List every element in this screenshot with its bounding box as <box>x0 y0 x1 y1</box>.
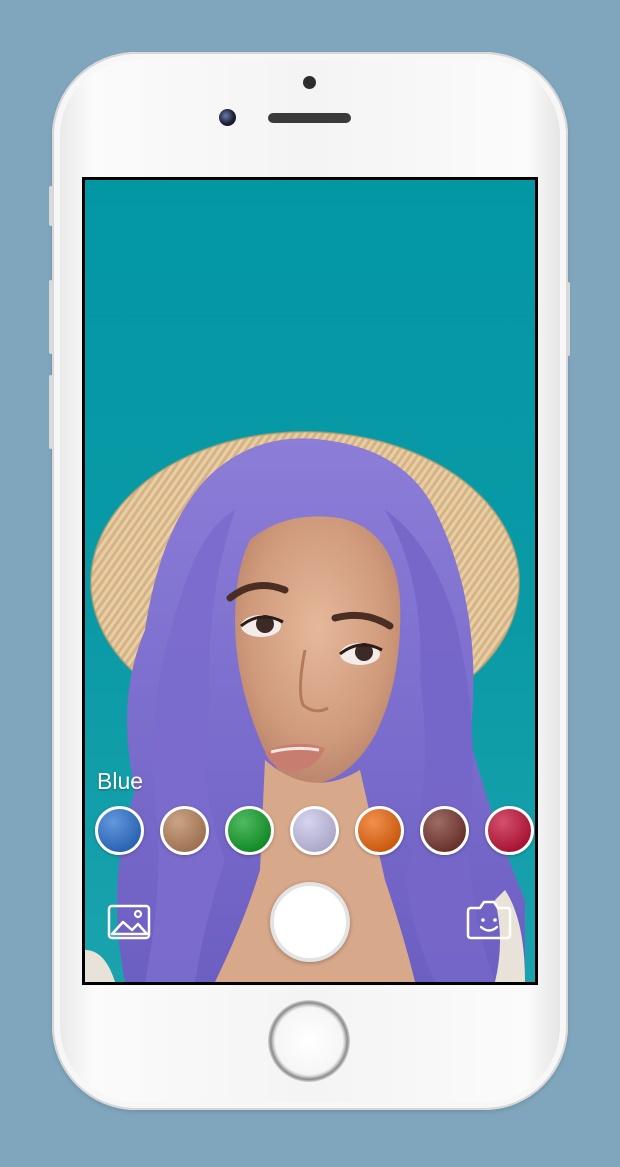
mute-switch <box>49 186 53 226</box>
image-gallery-icon <box>107 904 151 940</box>
swatch-auburn[interactable] <box>420 806 469 855</box>
swatch-blue[interactable] <box>95 806 144 855</box>
camera-face-icon <box>466 900 512 940</box>
swatch-red[interactable] <box>485 806 534 855</box>
selected-color-label: Blue <box>97 768 144 794</box>
front-camera <box>219 109 236 126</box>
shutter-button[interactable] <box>270 882 350 962</box>
volume-up-button <box>49 280 53 354</box>
swatch-green[interactable] <box>225 806 274 855</box>
swatch-orange[interactable] <box>355 806 404 855</box>
home-button[interactable] <box>268 1000 350 1082</box>
swatch-lavender[interactable] <box>290 806 339 855</box>
switch-camera-button[interactable] <box>466 898 512 940</box>
hair-color-swatches <box>95 806 535 862</box>
front-sensor <box>303 76 316 89</box>
swatch-brown[interactable] <box>160 806 209 855</box>
camera-viewfinder: Blue <box>85 180 535 982</box>
phone-screen: Blue <box>82 177 538 985</box>
earpiece-speaker <box>268 113 351 123</box>
gallery-button[interactable] <box>107 904 151 942</box>
volume-down-button <box>49 375 53 449</box>
power-button <box>566 282 570 356</box>
